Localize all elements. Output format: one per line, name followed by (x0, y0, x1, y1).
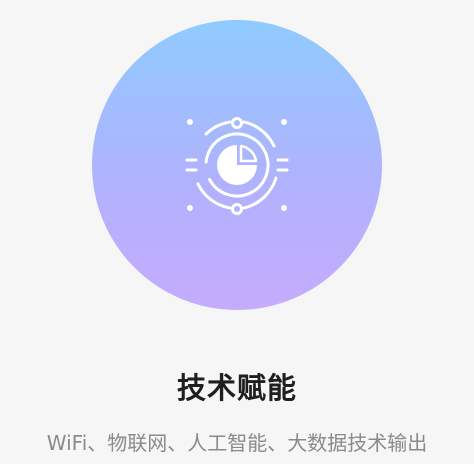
feature-title: 技术赋能 (176, 371, 297, 405)
feature-description: WiFi、物联网、人工智能、大数据技术输出 (46, 431, 428, 455)
feature-card[interactable]: 技术赋能 WiFi、物联网、人工智能、大数据技术输出 (0, 0, 474, 464)
orbit-gauge-icon (185, 117, 289, 215)
